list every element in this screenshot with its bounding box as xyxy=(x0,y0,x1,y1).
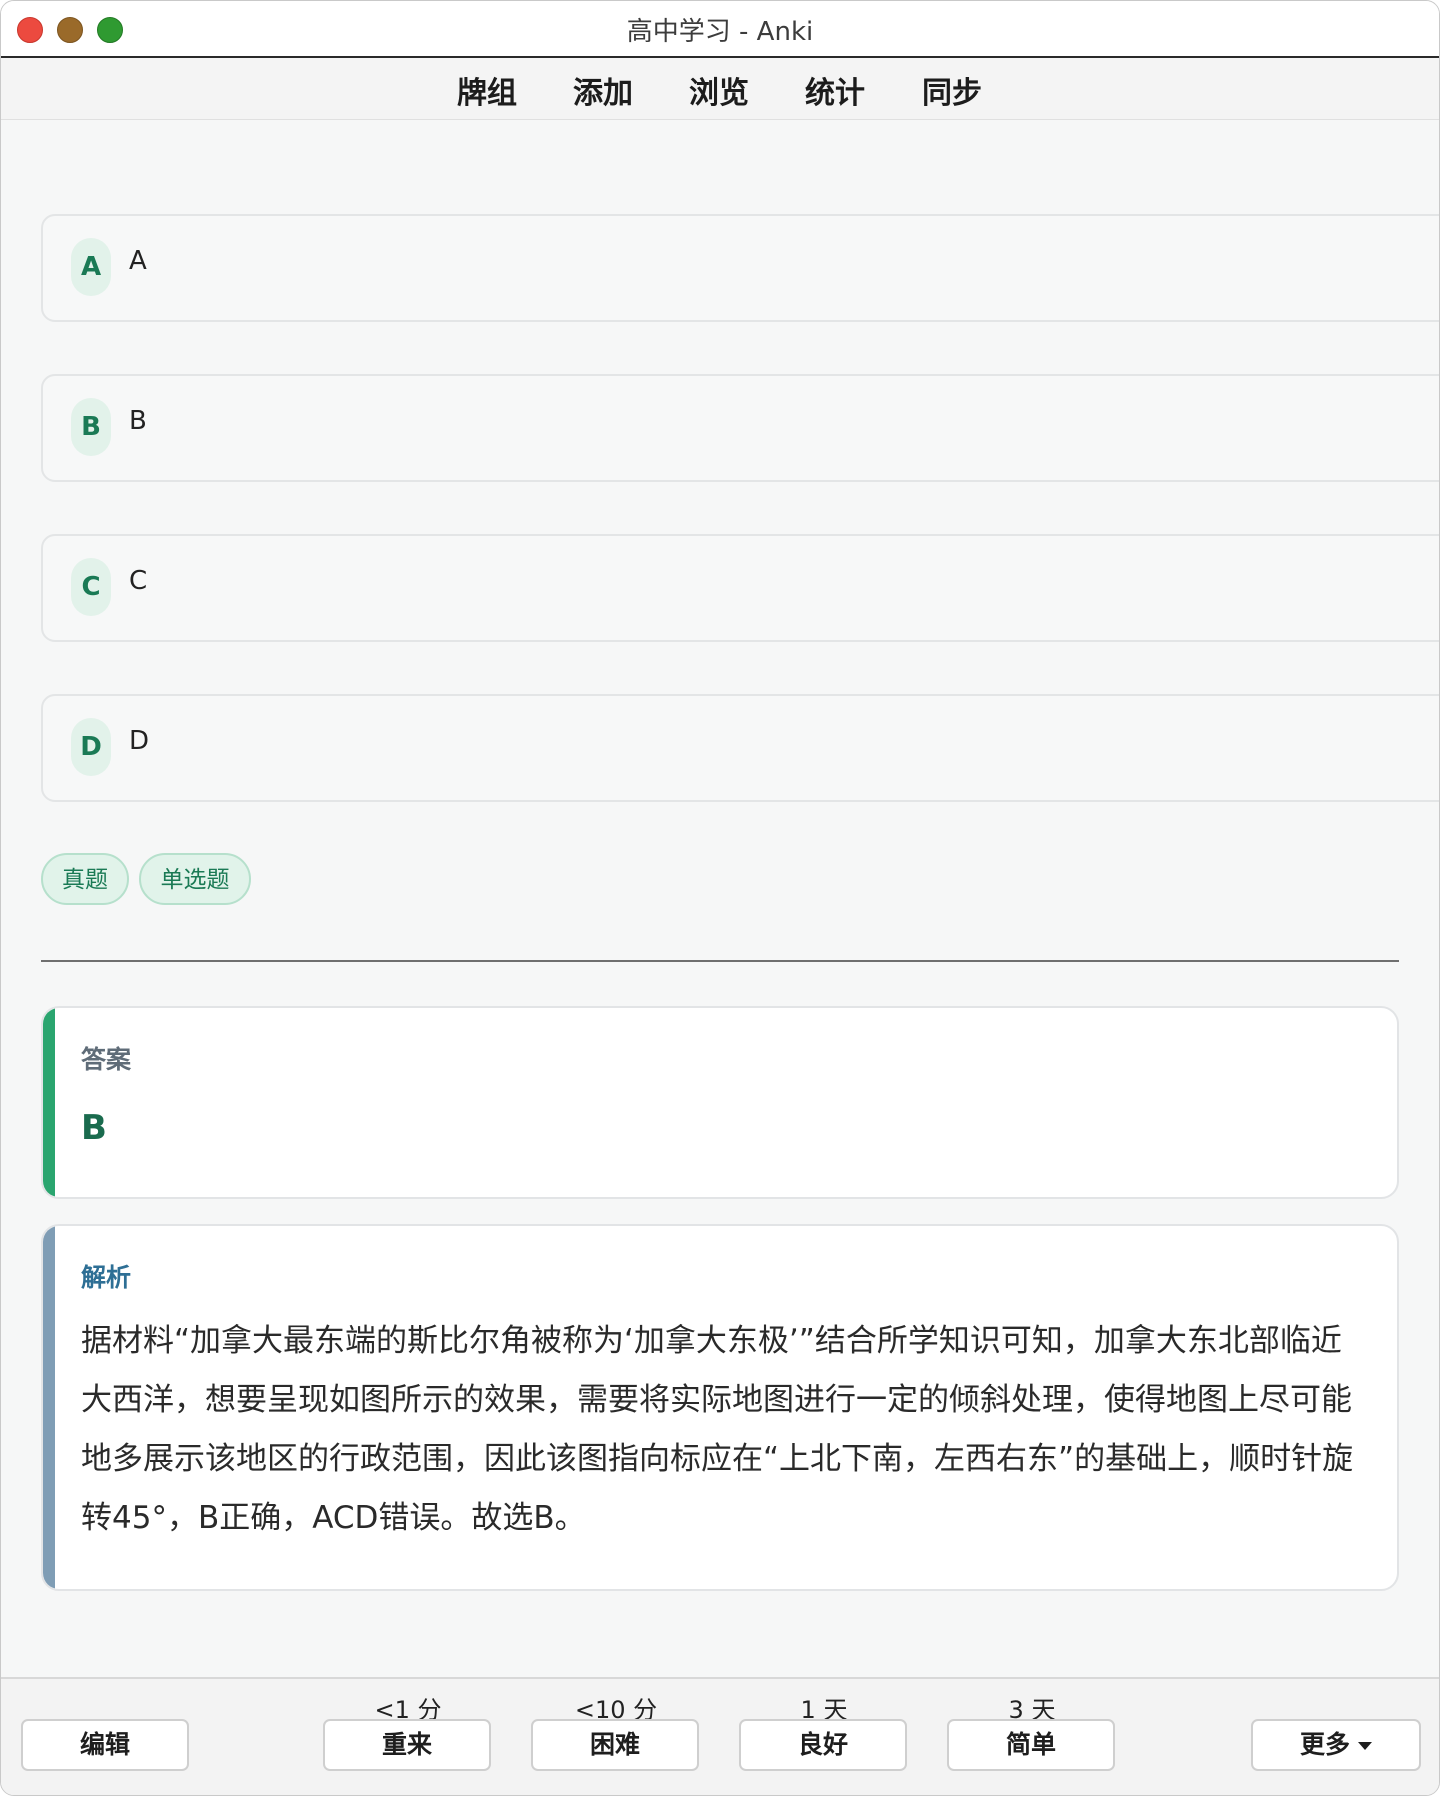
toolbar-stats[interactable]: 统计 xyxy=(805,68,865,112)
review-bottom-bar: <1 分 <10 分 1 天 3 天 编辑 重来 困难 良好 简单 更多 xyxy=(1,1677,1439,1795)
option-c-card[interactable]: C C xyxy=(41,534,1439,642)
option-letter-badge: D xyxy=(71,718,111,776)
option-letter-badge: A xyxy=(71,238,111,296)
explanation-label: 解析 xyxy=(81,1263,132,1292)
again-button[interactable]: 重来 xyxy=(323,1719,491,1771)
explanation-card: 解析 据材料“加拿大最东端的斯比尔角被称为‘加拿大东极’”结合所学知识可知，加拿… xyxy=(41,1224,1399,1591)
option-d-card[interactable]: D D xyxy=(41,694,1439,802)
option-letter-badge: B xyxy=(71,398,111,456)
window-title: 高中学习 - Anki xyxy=(626,17,814,47)
option-b-card[interactable]: B B xyxy=(41,374,1439,482)
anki-window: 高中学习 - Anki 牌组 添加 浏览 统计 同步 A A B B C C D… xyxy=(0,0,1440,1796)
answer-divider xyxy=(41,960,1399,962)
main-toolbar: 牌组 添加 浏览 统计 同步 xyxy=(1,58,1439,120)
title-bar: 高中学习 - Anki xyxy=(1,1,1439,58)
option-text: A xyxy=(129,246,147,276)
tag-real-exam: 真题 xyxy=(41,853,129,905)
toolbar-add[interactable]: 添加 xyxy=(573,68,633,112)
option-letter-badge: C xyxy=(71,558,111,616)
explanation-accent-bar xyxy=(43,1226,55,1589)
option-text: D xyxy=(129,726,150,756)
edit-button[interactable]: 编辑 xyxy=(21,1719,189,1771)
tag-single-choice: 单选题 xyxy=(139,853,251,905)
toolbar-sync[interactable]: 同步 xyxy=(922,68,982,112)
option-text: C xyxy=(129,566,148,596)
more-button[interactable]: 更多 xyxy=(1251,1719,1421,1771)
easy-button[interactable]: 简单 xyxy=(947,1719,1115,1771)
hard-button[interactable]: 困难 xyxy=(531,1719,699,1771)
toolbar-browse[interactable]: 浏览 xyxy=(689,68,749,112)
toolbar-decks[interactable]: 牌组 xyxy=(457,68,517,112)
answer-label: 答案 xyxy=(81,1045,132,1074)
answer-card: 答案 B xyxy=(41,1006,1399,1199)
more-button-label: 更多 xyxy=(1299,1730,1350,1759)
answer-accent-bar xyxy=(43,1008,55,1197)
option-a-card[interactable]: A A xyxy=(41,214,1439,322)
explanation-text: 据材料“加拿大最东端的斯比尔角被称为‘加拿大东极’”结合所学知识可知，加拿大东北… xyxy=(81,1323,1354,1536)
answer-value: B xyxy=(81,1108,107,1148)
good-button[interactable]: 良好 xyxy=(739,1719,907,1771)
option-text: B xyxy=(129,406,147,436)
chevron-down-icon xyxy=(1358,1742,1372,1750)
